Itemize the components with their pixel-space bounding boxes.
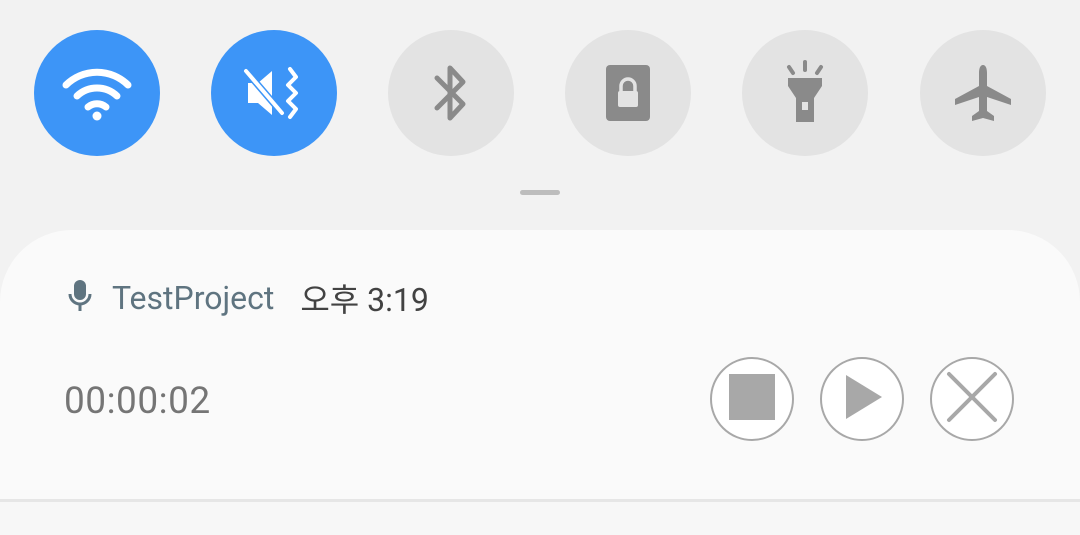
- app-name: TestProject: [112, 279, 275, 317]
- wifi-toggle[interactable]: [34, 30, 160, 156]
- airplane-icon: [951, 61, 1015, 125]
- stop-icon: [729, 374, 775, 424]
- flashlight-toggle[interactable]: [742, 30, 868, 156]
- portrait-lock-icon: [605, 64, 651, 122]
- mute-vibrate-icon: [242, 65, 306, 121]
- close-icon: [945, 370, 999, 428]
- portrait-lock-toggle[interactable]: [565, 30, 691, 156]
- flashlight-icon: [780, 60, 830, 126]
- close-button[interactable]: [930, 357, 1014, 441]
- recording-notification[interactable]: TestProject 오후 3:19 00:00:02: [0, 230, 1080, 500]
- quick-settings-panel: [0, 30, 1080, 156]
- microphone-icon: [68, 279, 92, 317]
- bluetooth-icon: [431, 62, 471, 124]
- airplane-mode-toggle[interactable]: [920, 30, 1046, 156]
- recording-timer: 00:00:02: [64, 380, 211, 423]
- next-notification-area: [0, 502, 1080, 535]
- bluetooth-toggle[interactable]: [388, 30, 514, 156]
- stop-button[interactable]: [710, 357, 794, 441]
- notification-header: TestProject 오후 3:19: [68, 278, 429, 319]
- notification-time: 오후 3:19: [300, 281, 429, 319]
- play-icon: [840, 373, 884, 425]
- mute-toggle[interactable]: [211, 30, 337, 156]
- wifi-icon: [62, 65, 132, 121]
- play-button[interactable]: [820, 357, 904, 441]
- panel-drag-handle[interactable]: [520, 190, 560, 195]
